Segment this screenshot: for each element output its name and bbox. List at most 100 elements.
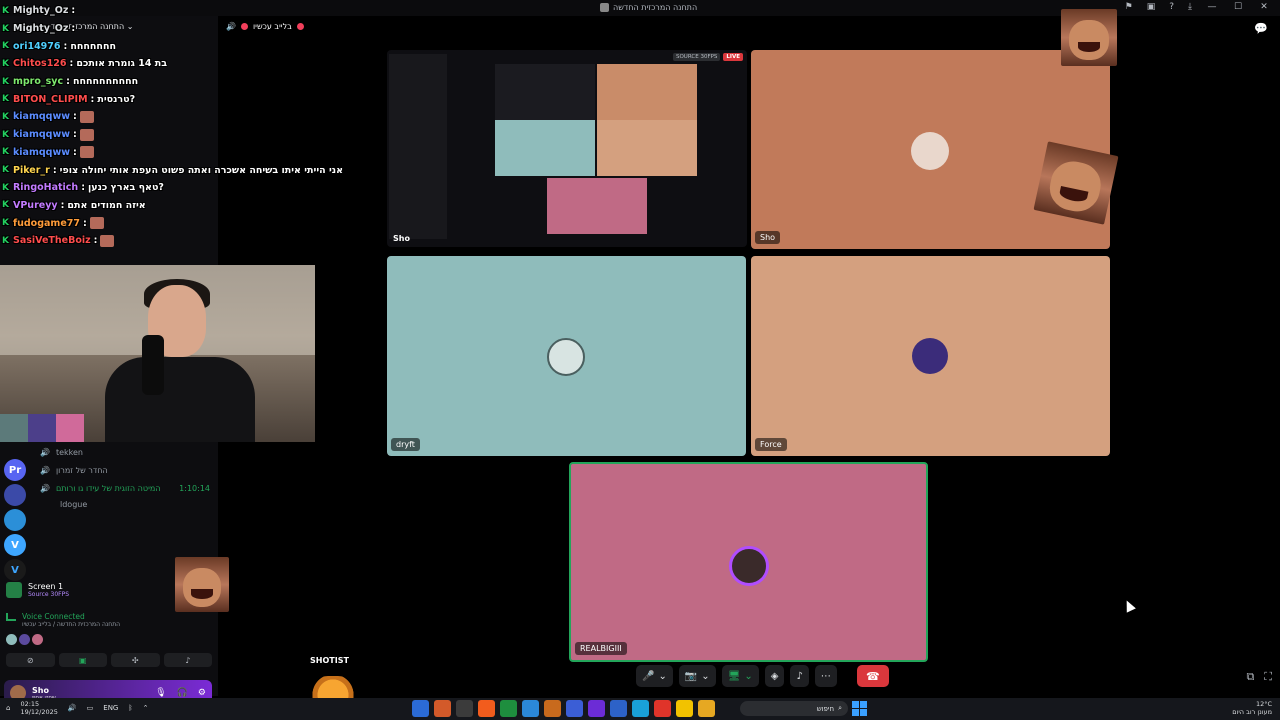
language-indicator[interactable]: ENG xyxy=(103,704,118,712)
tile-label: dryft xyxy=(391,438,420,451)
volume-icon[interactable]: 🔊 xyxy=(68,704,77,712)
chevron-down-icon: ⌄ xyxy=(658,670,667,682)
live-dot-icon xyxy=(296,23,304,30)
server-icon-v[interactable]: V xyxy=(4,534,26,556)
chat-message: K RingoHatich: טאף בארץ כנען? xyxy=(2,182,164,194)
taskbar-app-icon[interactable] xyxy=(698,700,715,717)
avatar[interactable] xyxy=(19,634,30,645)
taskbar-app-icon[interactable] xyxy=(610,700,627,717)
screen-icon xyxy=(6,582,22,598)
chat-bubble-icon[interactable]: 💬 xyxy=(1254,22,1268,35)
chat-message: K Chitos126: בת 14 גומרת אותכם xyxy=(2,58,168,70)
chat-message: Kori14976: חחחחחחח xyxy=(2,40,117,52)
chat-message: Kkiamqqww: xyxy=(2,126,322,144)
more-button[interactable]: ⋯ xyxy=(814,665,837,687)
taskbar-app-icon[interactable] xyxy=(412,700,429,717)
meme-overlay xyxy=(175,557,229,612)
mouse-cursor-icon xyxy=(1122,598,1136,613)
minimize-button[interactable]: — xyxy=(1206,2,1218,12)
windows-taskbar: ⌂ 02:15 19/12/2025 🔊 ▭ ENG ᛒ ⌃ חיפוש ⌕ 1… xyxy=(0,698,1280,720)
voice-channel-tekken[interactable]: 🔊 tekken xyxy=(40,448,83,457)
popout-icon[interactable]: ⧉ xyxy=(1246,670,1254,684)
avatar[interactable] xyxy=(32,634,43,645)
voice-channel-title: 🔊 בלייב עכשיו xyxy=(226,22,304,31)
network-icon[interactable]: ⌂ xyxy=(6,704,10,712)
help-icon[interactable]: ? xyxy=(1169,2,1174,12)
system-tray: ⌂ 02:15 19/12/2025 🔊 ▭ ENG ᛒ ⌃ xyxy=(6,700,148,716)
avatar xyxy=(729,546,769,586)
taskbar-app-icon[interactable] xyxy=(544,700,561,717)
activities-button[interactable]: ◈ xyxy=(764,665,785,687)
microphone-icon xyxy=(142,335,164,395)
chat-message: Kfudogame77: xyxy=(2,214,322,232)
taskbar-search[interactable]: חיפוש ⌕ xyxy=(740,701,848,716)
chevron-down-icon: ⌄ xyxy=(744,670,753,682)
mute-button[interactable]: 🎤 ⌄ xyxy=(636,665,673,687)
meme-overlay xyxy=(1061,9,1117,66)
taskbar-app-icon[interactable] xyxy=(588,700,605,717)
voice-channel-bed[interactable]: 🔊 המיטה הזוגית של עידו גו ורותם 1:10:14 xyxy=(40,484,210,493)
end-call-button[interactable]: ☎ xyxy=(856,665,889,687)
server-icon-face[interactable] xyxy=(4,509,26,531)
server-icon-game[interactable] xyxy=(4,484,26,506)
voice-channel-zamron[interactable]: 🔊 החדר של זמרון xyxy=(40,466,108,475)
taskbar-app-icon[interactable] xyxy=(566,700,583,717)
soundboard-button[interactable]: ♪ xyxy=(163,653,212,667)
taskbar-app-icon[interactable] xyxy=(522,700,539,717)
streamer-name: SHOTIST xyxy=(310,656,349,665)
server-icon xyxy=(600,3,609,12)
server-icon-pr[interactable]: Pr xyxy=(4,459,26,481)
start-button[interactable] xyxy=(852,701,867,716)
chat-message: K Piker_r: אני הייתי איתו בשיחה אשכרה ואתה… xyxy=(2,164,343,176)
camera-button[interactable]: 📷 ⌄ xyxy=(678,665,716,687)
voice-member[interactable]: ldogue xyxy=(60,500,87,509)
stream-chat: K Mighty_Oz: K Mighty_Oz: Kori14976: חחחחחח… xyxy=(2,2,343,250)
video-tile-screen-share[interactable]: SOURCE 30FPS LIVE Sho xyxy=(387,50,747,247)
video-tile-dryft[interactable]: dryft xyxy=(387,256,746,456)
maximize-button[interactable]: ☐ xyxy=(1232,2,1244,12)
emote-icon xyxy=(79,128,94,141)
server-icon-v2[interactable]: V xyxy=(4,559,26,581)
chat-message: Kkiamqqww: xyxy=(2,144,322,162)
tile-label: REALBIGIII xyxy=(575,642,627,655)
headset-icon[interactable]: 🎧 xyxy=(177,688,188,698)
emote-icon xyxy=(100,234,115,247)
call-controls: 🎤 ⌄ 📷 ⌄ 🖥 ⌄ ◈ ♪ ⋯ ☎ xyxy=(636,665,889,687)
screen-share-button[interactable]: 🖥 ⌄ xyxy=(721,665,759,687)
fullscreen-icon[interactable]: ⛶ xyxy=(1264,670,1272,684)
live-dot-icon xyxy=(240,23,248,30)
speaker-icon: 🔊 xyxy=(226,22,236,31)
avatar[interactable] xyxy=(6,634,17,645)
inbox-icon[interactable]: ⚑ xyxy=(1125,2,1133,12)
battery-icon[interactable]: ▭ xyxy=(87,704,94,712)
weather-widget[interactable]: 12°C מעונן רוב היום xyxy=(1232,700,1272,716)
tile-label: Sho xyxy=(393,234,410,243)
taskbar-app-icon[interactable] xyxy=(676,700,693,717)
monitor-icon[interactable]: ▣ xyxy=(1147,2,1156,12)
voice-connected-status[interactable]: Voice Connected xyxy=(6,612,212,621)
taskbar-app-icon[interactable] xyxy=(456,700,473,717)
taskbar-app-icon[interactable] xyxy=(632,700,649,717)
camera-off-button[interactable]: ⊘ xyxy=(6,653,55,667)
bluetooth-icon[interactable]: ᛒ xyxy=(128,704,132,712)
download-icon[interactable]: ⤓ xyxy=(1188,2,1192,12)
view-controls: ⧉ ⛶ xyxy=(1246,670,1272,684)
video-tile-force[interactable]: Force xyxy=(751,256,1110,456)
soundboard-button[interactable]: ♪ xyxy=(790,665,809,687)
chevron-up-icon[interactable]: ⌃ xyxy=(143,704,149,712)
voice-participants xyxy=(6,634,212,645)
avatar xyxy=(911,132,949,170)
taskbar-app-icon[interactable] xyxy=(434,700,451,717)
speaker-icon: 🔊 xyxy=(40,448,50,457)
screen-share-button[interactable]: ▣ xyxy=(58,653,107,667)
taskbar-app-icon[interactable] xyxy=(478,700,495,717)
taskbar-app-icon[interactable] xyxy=(654,700,671,717)
settings-icon[interactable]: ⚙ xyxy=(198,688,206,698)
close-button[interactable]: ✕ xyxy=(1258,2,1270,12)
pinned-apps xyxy=(412,700,715,717)
clock[interactable]: 02:15 19/12/2025 xyxy=(20,700,57,716)
video-tile-realbigiii[interactable]: REALBIGIII xyxy=(569,462,928,662)
microphone-icon[interactable]: 🎙 xyxy=(155,688,166,698)
activities-button[interactable]: ✣ xyxy=(111,653,160,667)
taskbar-app-icon[interactable] xyxy=(500,700,517,717)
